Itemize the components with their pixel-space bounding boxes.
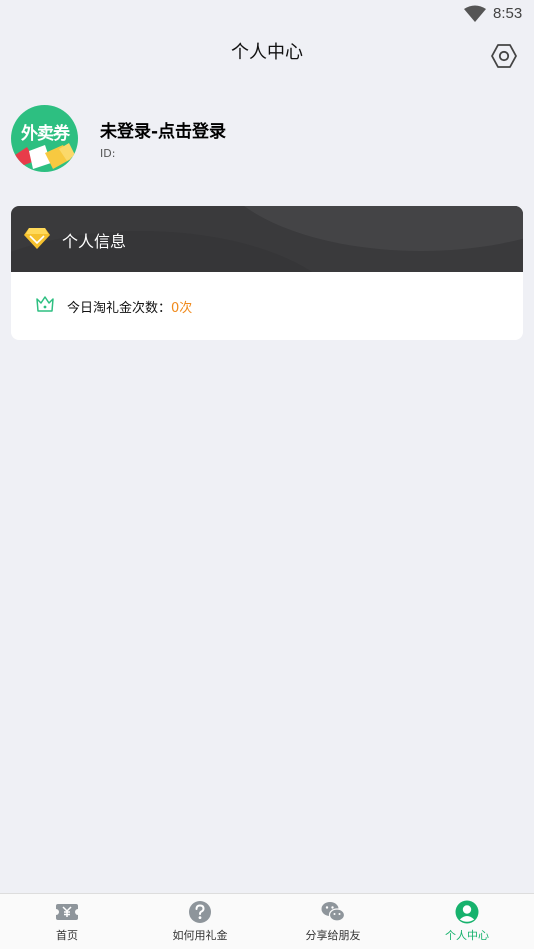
settings-icon[interactable] (490, 42, 518, 70)
card-title: 个人信息 (62, 232, 127, 251)
status-time: 8:53 (493, 5, 523, 22)
user-id: ID: (100, 147, 116, 160)
crown-icon (36, 296, 54, 312)
nav-how-to-use[interactable]: 如何用礼金 (133, 894, 267, 949)
tao-count-label: 今日淘礼金次数： (67, 301, 172, 316)
person-icon (455, 900, 479, 924)
nav-label: 首页 (56, 929, 78, 942)
bottom-nav: 首页 如何用礼金 分享给朋友 个人中心 (0, 893, 534, 949)
page-title: 个人中心 (231, 42, 303, 63)
tao-count-value: 0次 (171, 301, 193, 316)
nav-label: 分享给朋友 (305, 929, 361, 942)
nav-personal-center[interactable]: 个人中心 (400, 894, 534, 949)
wechat-icon (321, 902, 345, 922)
header-decoration (211, 206, 523, 251)
card-header: 个人信息 (11, 206, 523, 272)
nav-label: 个人中心 (445, 929, 489, 942)
avatar-text: 外卖券 (21, 124, 70, 144)
wifi-icon (464, 5, 486, 22)
nav-label: 如何用礼金 (172, 929, 228, 942)
coupon-icon (55, 904, 79, 920)
status-bar: 8:53 (0, 0, 534, 28)
diamond-icon (24, 228, 50, 249)
nav-home[interactable]: 首页 (0, 894, 134, 949)
personal-info-card: 个人信息 今日淘礼金次数：0次 (11, 206, 523, 340)
login-link[interactable]: 未登录-点击登录 (100, 117, 226, 142)
page: 8:53 个人中心 外卖券 未登录-点击登录 ID: 个人信息 今日淘礼金次数：… (0, 0, 534, 949)
avatar[interactable]: 外卖券 (11, 105, 78, 172)
tao-count-row: 今日淘礼金次数：0次 (67, 297, 192, 316)
nav-share[interactable]: 分享给朋友 (266, 894, 400, 949)
question-icon (189, 901, 211, 923)
